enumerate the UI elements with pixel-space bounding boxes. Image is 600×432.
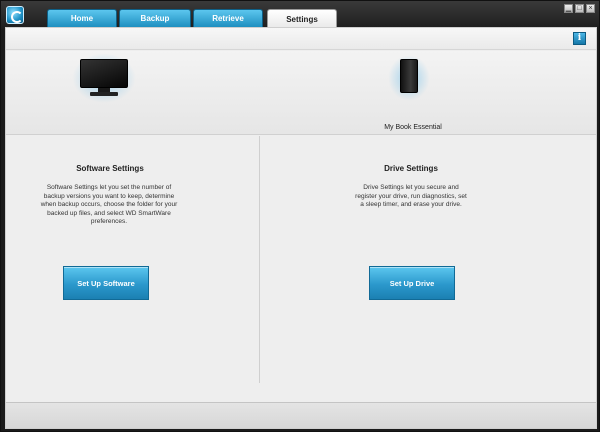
software-settings-title: Software Settings (76, 164, 144, 173)
close-button[interactable]: × (586, 4, 595, 13)
info-strip: i (6, 28, 596, 50)
software-settings-panel: Software Settings Software Settings let … (6, 136, 301, 404)
set-up-drive-button[interactable]: Set Up Drive (369, 266, 455, 300)
restore-button[interactable]: □ (575, 4, 584, 13)
external-drive-icon[interactable] (388, 55, 430, 101)
main-tabs: Home Backup Retrieve Settings (47, 9, 337, 28)
drive-name-label: My Book Essential (384, 124, 442, 131)
app-window: Home Backup Retrieve Settings ▁ □ × i My… (0, 0, 600, 432)
set-up-software-button[interactable]: Set Up Software (63, 266, 149, 300)
monitor-icon (72, 53, 136, 103)
settings-content: i My Book Essential Software Settings So… (5, 27, 597, 429)
tab-home[interactable]: Home (47, 9, 117, 27)
window-controls: ▁ □ × (564, 4, 595, 13)
info-icon[interactable]: i (573, 32, 586, 45)
tab-retrieve[interactable]: Retrieve (193, 9, 263, 27)
drive-settings-title: Drive Settings (384, 164, 438, 173)
tab-backup[interactable]: Backup (119, 9, 191, 27)
minimize-button[interactable]: ▁ (564, 4, 573, 13)
drive-settings-description: Drive Settings let you secure and regist… (355, 184, 467, 209)
software-settings-description: Software Settings let you set the number… (40, 184, 178, 226)
status-footer (6, 402, 596, 428)
app-logo-icon[interactable] (6, 6, 24, 24)
device-hero: My Book Essential (6, 51, 596, 135)
tab-settings[interactable]: Settings (267, 9, 337, 28)
drive-settings-panel: Drive Settings Drive Settings let you se… (301, 136, 596, 404)
